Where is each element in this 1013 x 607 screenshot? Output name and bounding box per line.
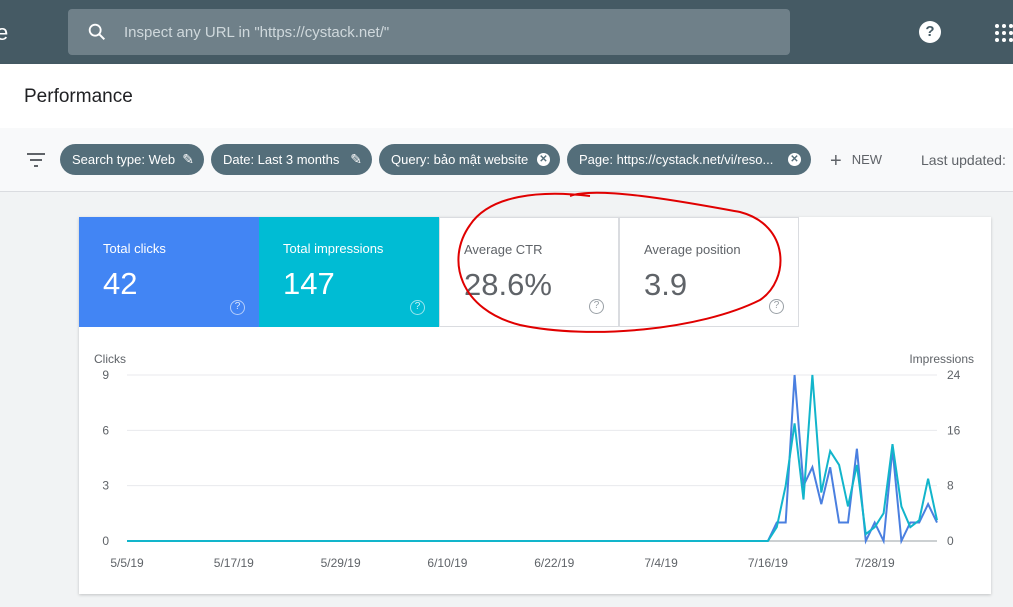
performance-card: Total clicks 42? Total impressions 147? Av… — [79, 217, 991, 594]
new-filter-button[interactable]: + NEW — [830, 150, 882, 173]
url-inspect-search[interactable] — [68, 9, 790, 55]
chip-date[interactable]: Date: Last 3 months ✎ — [211, 144, 372, 175]
edit-pencil-icon[interactable]: ✎ — [182, 144, 194, 175]
y-tick-right: 0 — [947, 534, 954, 548]
x-tick: 6/10/19 — [427, 556, 467, 570]
chip-page[interactable]: Page: https://cystack.net/vi/reso... ✕ — [567, 144, 811, 175]
x-tick: 7/4/19 — [644, 556, 678, 570]
x-tick: 5/5/19 — [110, 556, 144, 570]
y-tick-left: 0 — [102, 534, 109, 548]
series-line-impressions — [127, 374, 938, 542]
y-axis-left-label: Clicks — [94, 352, 126, 366]
remove-icon[interactable]: ✕ — [537, 153, 550, 166]
plus-icon: + — [830, 150, 842, 172]
page-title: Performance — [24, 86, 133, 107]
apps-grid-icon[interactable] — [995, 24, 1013, 42]
page-header: Performance — [0, 64, 1013, 128]
chip-label: Date: Last 3 months — [223, 152, 340, 167]
y-tick-right: 16 — [947, 423, 961, 437]
series-line-clicks — [127, 374, 938, 545]
edit-pencil-icon[interactable]: ✎ — [350, 144, 362, 175]
url-inspect-input[interactable] — [124, 9, 764, 55]
remove-icon[interactable]: ✕ — [788, 153, 801, 166]
x-tick: 7/16/19 — [748, 556, 788, 570]
y-tick-left: 9 — [102, 368, 109, 382]
x-tick: 7/28/19 — [855, 556, 895, 570]
app-logo-text: e — [0, 20, 9, 45]
chip-label: Page: https://cystack.net/vi/reso... — [579, 152, 774, 167]
new-label: NEW — [851, 152, 883, 167]
help-icon[interactable]: ? — [919, 21, 941, 43]
filter-icon[interactable] — [27, 153, 45, 167]
y-tick-left: 6 — [102, 423, 109, 437]
filter-bar: Search type: Web ✎ Date: Last 3 months ✎ Q… — [0, 128, 1013, 192]
chip-label: Query: bảo mật website — [391, 152, 529, 167]
y-tick-left: 3 — [102, 479, 109, 493]
top-bar: e ? — [0, 0, 1013, 64]
search-icon — [88, 23, 106, 41]
chip-label: Search type: Web — [72, 152, 176, 167]
y-tick-right: 8 — [947, 479, 954, 493]
x-tick: 6/22/19 — [534, 556, 574, 570]
chip-query[interactable]: Query: bảo mật website ✕ — [379, 144, 560, 175]
x-tick: 5/17/19 — [214, 556, 254, 570]
performance-chart[interactable]: Clicks Impressions 0 0 3 8 6 16 9 24 5/5/19 5/17/… — [79, 217, 991, 594]
chip-search-type[interactable]: Search type: Web ✎ — [60, 144, 204, 175]
y-axis-right-label: Impressions — [909, 352, 974, 366]
last-updated: Last updated: — [921, 152, 1006, 168]
y-tick-right: 24 — [947, 368, 961, 382]
x-tick: 5/29/19 — [321, 556, 361, 570]
